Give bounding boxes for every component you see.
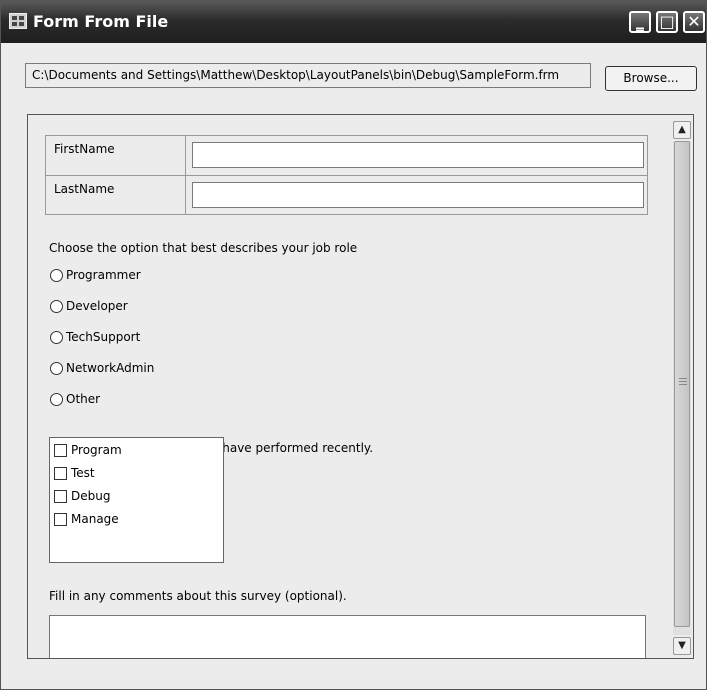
- browse-button[interactable]: Browse...: [605, 66, 697, 91]
- radio-label: Programmer: [66, 268, 141, 282]
- name-fields-table: FirstName LastName: [45, 135, 648, 215]
- scroll-down-button[interactable]: ▼: [673, 637, 691, 655]
- radio-techsupport[interactable]: TechSupport: [50, 330, 140, 348]
- radio-label: Developer: [66, 299, 128, 313]
- minimize-button[interactable]: ‗: [629, 11, 651, 33]
- maximize-icon: □: [659, 12, 675, 31]
- checkbox-test[interactable]: Test: [54, 466, 95, 486]
- first-name-row: FirstName: [46, 136, 647, 176]
- checkbox-debug[interactable]: Debug: [54, 489, 110, 509]
- file-path-field[interactable]: C:\Documents and Settings\Matthew\Deskto…: [25, 63, 591, 88]
- radio-button-icon[interactable]: [50, 300, 63, 313]
- first-name-input[interactable]: [192, 142, 644, 168]
- checkbox-icon[interactable]: [54, 490, 67, 503]
- grip-line: [679, 381, 687, 382]
- radio-label: NetworkAdmin: [66, 361, 155, 375]
- close-button[interactable]: ✕: [683, 11, 705, 33]
- radio-label: Other: [66, 392, 101, 406]
- minimize-icon: ‗: [636, 12, 644, 31]
- radio-button-icon[interactable]: [50, 362, 63, 375]
- checkbox-label: Manage: [71, 512, 119, 526]
- checkbox-icon[interactable]: [54, 467, 67, 480]
- radio-programmer[interactable]: Programmer: [50, 268, 141, 286]
- activities-checklist[interactable]: Program Test Debug Manage: [49, 437, 224, 563]
- maximize-button[interactable]: □: [656, 11, 678, 33]
- scroll-track[interactable]: [673, 141, 691, 635]
- checkbox-program[interactable]: Program: [54, 443, 122, 463]
- scroll-down-icon: ▼: [678, 640, 686, 651]
- radio-button-icon[interactable]: [50, 393, 63, 406]
- vertical-scrollbar[interactable]: ▲ ▼: [673, 121, 691, 655]
- radio-other[interactable]: Other: [50, 392, 100, 410]
- checkbox-manage[interactable]: Manage: [54, 512, 119, 532]
- first-name-label: FirstName: [46, 136, 186, 175]
- form-panel[interactable]: FirstName LastName Choose the option tha…: [27, 114, 694, 659]
- grip-line: [679, 384, 687, 385]
- checkbox-icon[interactable]: [54, 444, 67, 457]
- scroll-up-button[interactable]: ▲: [673, 121, 691, 139]
- radio-button-icon[interactable]: [50, 269, 63, 282]
- scroll-up-icon: ▲: [678, 124, 686, 135]
- title-bar[interactable]: Form From File ‗ □ ✕: [1, 1, 706, 43]
- close-icon: ✕: [687, 12, 701, 31]
- last-name-label: LastName: [46, 176, 186, 215]
- checkbox-label: Program: [71, 443, 122, 457]
- last-name-row: LastName: [46, 176, 647, 215]
- checkbox-label: Debug: [71, 489, 111, 503]
- radio-developer[interactable]: Developer: [50, 299, 128, 317]
- form-from-file-window: Form From File ‗ □ ✕ C:\Documents and Se…: [0, 0, 707, 690]
- radio-button-icon[interactable]: [50, 331, 63, 344]
- job-role-question: Choose the option that best describes yo…: [49, 241, 358, 255]
- comments-prompt: Fill in any comments about this survey (…: [49, 589, 347, 603]
- scroll-thumb[interactable]: [674, 141, 690, 627]
- checkbox-label: Test: [71, 466, 95, 480]
- radio-networkadmin[interactable]: NetworkAdmin: [50, 361, 154, 379]
- checkbox-icon[interactable]: [54, 513, 67, 526]
- window-title: Form From File: [33, 12, 169, 31]
- app-icon[interactable]: [9, 13, 27, 29]
- radio-label: TechSupport: [66, 330, 141, 344]
- grip-line: [679, 378, 687, 379]
- comments-textarea[interactable]: [49, 615, 646, 658]
- last-name-input[interactable]: [192, 182, 644, 208]
